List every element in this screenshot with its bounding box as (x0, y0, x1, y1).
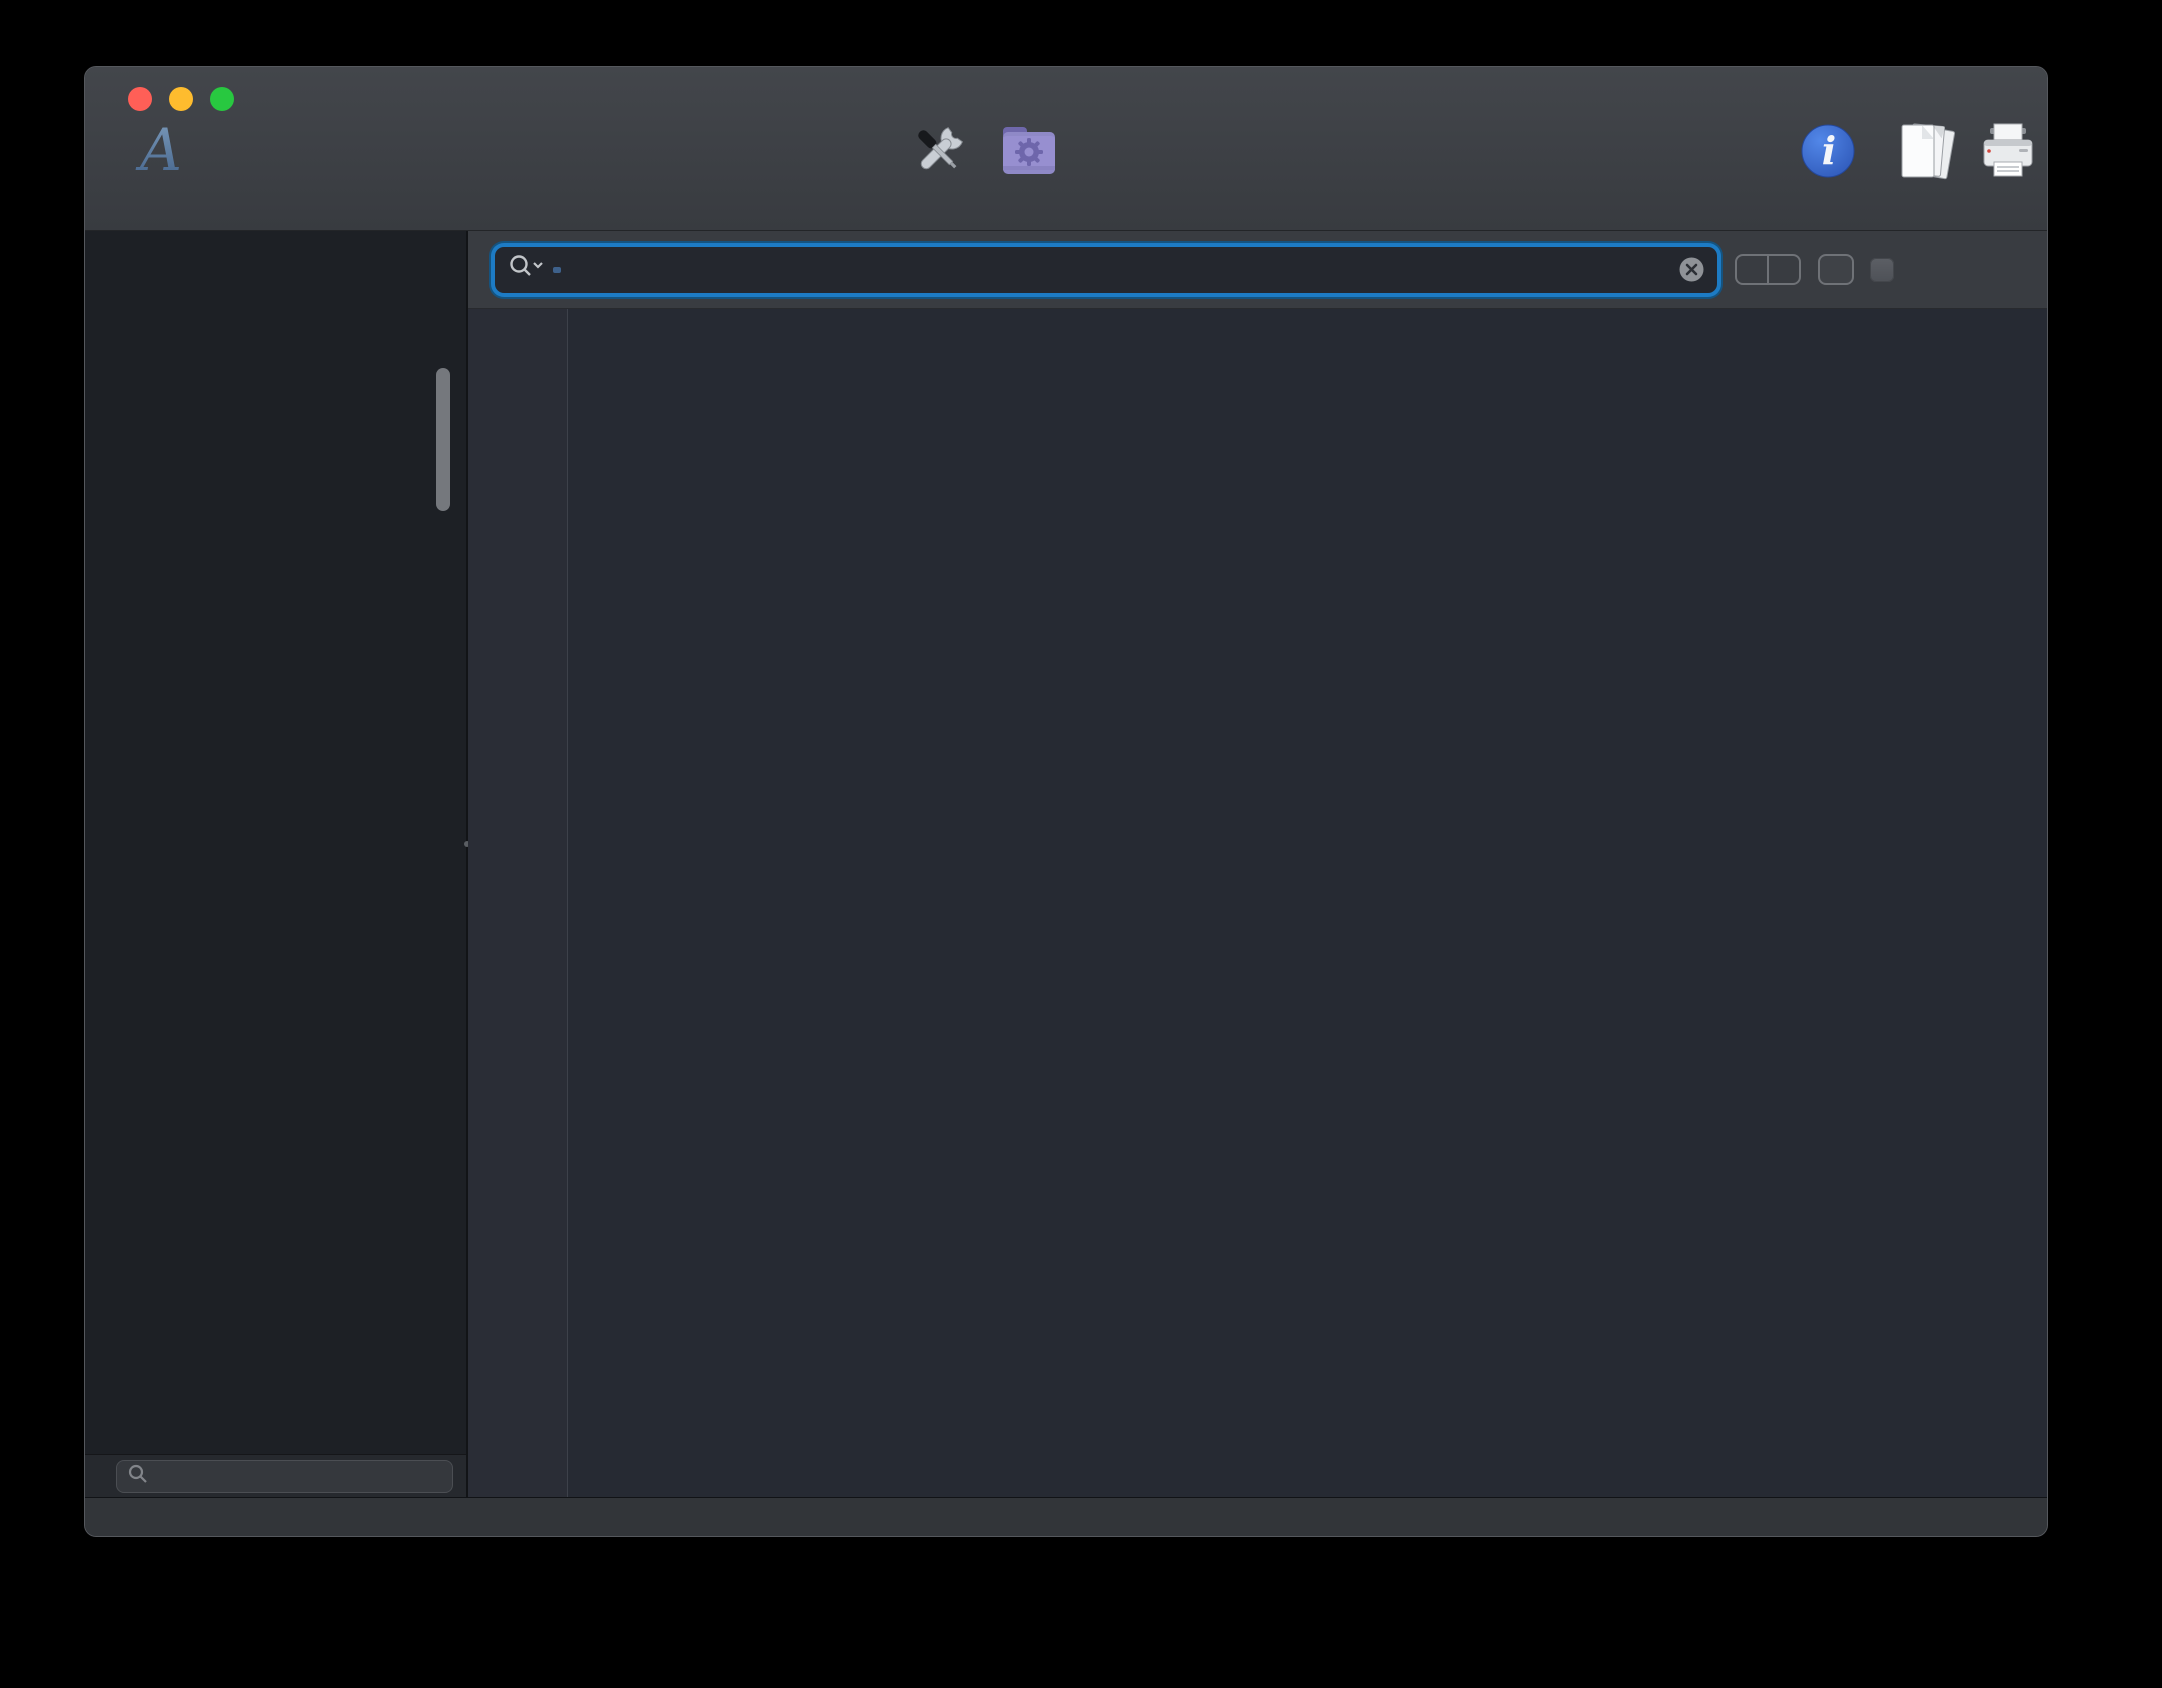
code-editor[interactable] (468, 309, 2047, 1497)
filter-strip (85, 1454, 466, 1497)
toolbar-item-fonts[interactable]: A (101, 117, 221, 187)
folder-gear-icon (969, 117, 1089, 185)
search-icon (127, 1463, 149, 1490)
clear-search-icon[interactable] (1678, 256, 1705, 283)
svg-text:i: i (1822, 128, 1836, 173)
find-bar (468, 231, 2047, 309)
sidebar-tree (85, 231, 466, 1454)
editor-pane (468, 231, 2047, 1497)
find-search-field[interactable] (495, 247, 1717, 293)
traffic-lights (128, 87, 234, 111)
find-prev-next-control (1735, 254, 1801, 285)
main-content (85, 231, 2047, 1497)
toolbar-item-print[interactable] (1948, 117, 2048, 187)
find-previous-button[interactable] (1737, 256, 1769, 283)
app-window: A (84, 66, 2048, 1537)
printer-icon (1948, 117, 2048, 185)
serif-a-icon: A (101, 117, 221, 185)
svg-text:A: A (135, 118, 182, 184)
search-options-icon[interactable] (507, 253, 545, 286)
done-button[interactable] (1818, 254, 1854, 285)
replace-checkbox[interactable] (1870, 258, 1894, 282)
filter-tree-input[interactable] (116, 1460, 453, 1493)
zoom-window-button[interactable] (210, 87, 234, 111)
toolbar-item-patch[interactable] (969, 117, 1089, 187)
title-bar-and-toolbar: A (85, 67, 2047, 231)
minimize-window-button[interactable] (169, 87, 193, 111)
status-bar (85, 1497, 2047, 1536)
find-query-text (553, 267, 561, 273)
close-window-button[interactable] (128, 87, 152, 111)
sidebar-scrollbar-thumb[interactable] (436, 368, 450, 511)
sidebar (85, 231, 466, 1497)
find-next-button[interactable] (1769, 256, 1799, 283)
